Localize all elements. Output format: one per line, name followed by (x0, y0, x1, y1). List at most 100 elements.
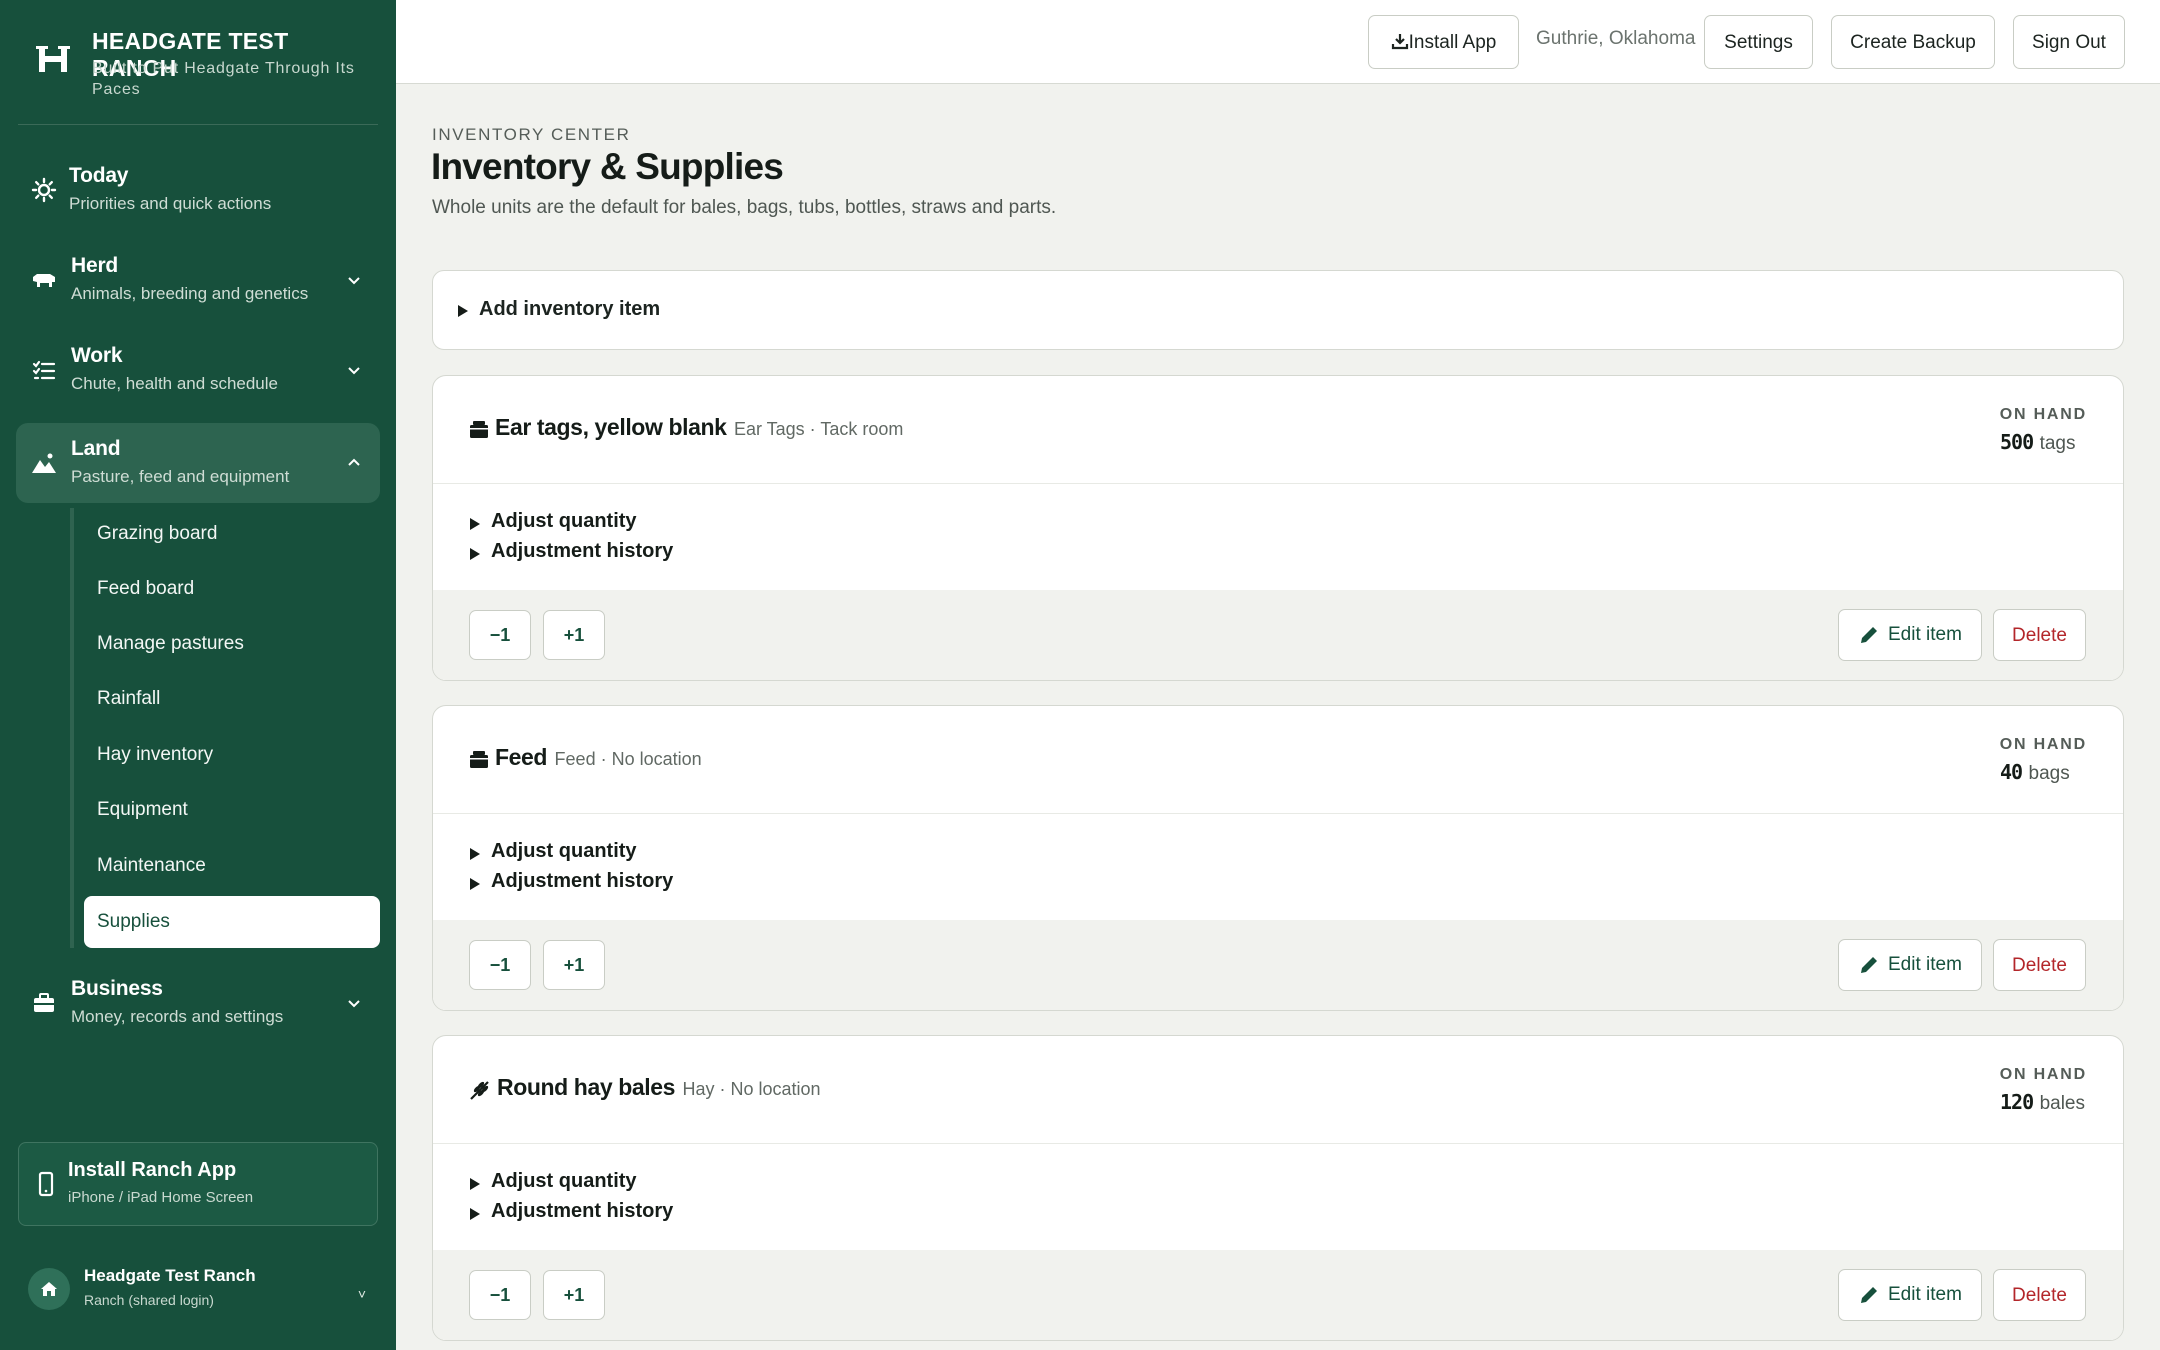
nav-title: Work (71, 344, 123, 367)
divider (18, 124, 378, 125)
pencil-icon (1861, 957, 1877, 973)
nav-business[interactable]: Business Money, records and settings (16, 963, 380, 1043)
delete-button[interactable]: Delete (1993, 939, 2086, 991)
edit-item-label: Edit item (1888, 954, 1962, 975)
subnav-rainfall[interactable]: Rainfall (84, 673, 380, 725)
edit-item-label: Edit item (1888, 1284, 1962, 1305)
decrement-button[interactable]: −1 (469, 610, 531, 660)
card-actions: −1 +1 Edit item Delete (433, 590, 2123, 680)
item-name: Ear tags, yellow blank (495, 414, 727, 440)
subnav-rail (70, 508, 74, 948)
nav-today[interactable]: Today Priorities and quick actions (16, 150, 380, 230)
brand-subtitle: Built to Put Headgate Through Its Paces (92, 60, 355, 98)
add-inventory-item-toggle[interactable]: Add inventory item (432, 270, 2124, 350)
adjust-quantity-label: Adjust quantity (491, 840, 637, 862)
nav-subtitle: Priorities and quick actions (69, 194, 272, 213)
pencil-icon (1861, 627, 1877, 643)
create-backup-button[interactable]: Create Backup (1831, 15, 1995, 69)
subnav-hay-inventory[interactable]: Hay inventory (84, 729, 380, 781)
sign-out-button[interactable]: Sign Out (2013, 15, 2125, 69)
top-bar: Install App Guthrie, Oklahoma Settings C… (396, 0, 2160, 84)
brand[interactable]: HEADGATE TEST RANCH Built to Put Headgat… (32, 24, 372, 100)
decrement-button[interactable]: −1 (469, 940, 531, 990)
edit-item-button[interactable]: Edit item (1838, 939, 1982, 991)
nav-subtitle: Money, records and settings (71, 1007, 284, 1026)
install-card-subtitle: iPhone / iPad Home Screen (68, 1189, 254, 1206)
item-meta: Hay · No location (682, 1079, 821, 1099)
decrement-button[interactable]: −1 (469, 1270, 531, 1320)
inventory-item-card: Ear tags, yellow blank Ear Tags · Tack r… (432, 375, 2124, 681)
adjustment-history-label: Adjustment history (491, 1200, 674, 1222)
chevron-up-icon (348, 458, 360, 466)
nav-work[interactable]: Work Chute, health and schedule (16, 330, 380, 410)
on-hand-value: 120 bales (2000, 1090, 2085, 1115)
phone-icon (38, 1171, 54, 1197)
item-name: Feed (495, 744, 548, 770)
on-hand-value: 40 bags (2000, 760, 2070, 785)
nav-title: Land (71, 437, 121, 460)
adjustment-history-label: Adjustment history (491, 870, 674, 892)
subnav-feed-board[interactable]: Feed board (84, 563, 380, 615)
item-meta: Ear Tags · Tack room (733, 419, 904, 439)
sidebar: HEADGATE TEST RANCH Built to Put Headgat… (0, 0, 396, 1350)
on-hand-label: ON HAND (1999, 406, 2087, 423)
install-ranch-app-card[interactable]: Install Ranch App iPhone / iPad Home Scr… (18, 1142, 378, 1226)
headgate-logo-icon (36, 46, 70, 72)
box-icon (470, 751, 488, 768)
subnav-supplies[interactable]: Supplies (84, 896, 380, 948)
edit-item-button[interactable]: Edit item (1838, 609, 1982, 661)
subnav-equipment[interactable]: Equipment (84, 784, 380, 836)
inventory-item-card: Round hay bales Hay · No location ON HAN… (432, 1035, 2124, 1341)
disclosure-triangle-icon (470, 878, 480, 890)
nav-title: Herd (71, 254, 119, 277)
subnav-manage-pastures[interactable]: Manage pastures (84, 618, 380, 670)
on-hand-unit: tags (2039, 433, 2076, 454)
disclosure-triangle-icon (470, 848, 480, 860)
checklist-icon (32, 360, 56, 380)
ranch-location: Guthrie, Oklahoma (1536, 28, 1696, 49)
disclosure-triangle-icon (470, 548, 480, 560)
subnav-grazing-board[interactable]: Grazing board (84, 508, 380, 560)
item-meta: Feed · No location (554, 749, 702, 769)
increment-button[interactable]: +1 (543, 610, 605, 660)
on-hand-qty: 500 (2000, 430, 2034, 454)
account-switcher[interactable]: Headgate Test Ranch Ranch (shared login)… (28, 1262, 378, 1322)
install-app-label: Install App (1408, 31, 1497, 53)
nav-title: Today (69, 164, 129, 187)
on-hand-unit: bags (2028, 763, 2070, 784)
edit-item-button[interactable]: Edit item (1838, 1269, 1982, 1321)
page-title: Inventory & Supplies (431, 146, 784, 187)
add-inventory-label: Add inventory item (479, 298, 661, 320)
adjustment-history-label: Adjustment history (491, 540, 674, 562)
avatar (28, 1268, 70, 1310)
delete-button[interactable]: Delete (1993, 609, 2086, 661)
nav-land[interactable]: Land Pasture, feed and equipment (16, 423, 380, 503)
install-app-button[interactable]: Install App (1368, 15, 1519, 69)
settings-button[interactable]: Settings (1704, 15, 1813, 69)
card-actions: −1 +1 Edit item Delete (433, 920, 2123, 1010)
inventory-item-card: Feed Feed · No location ON HAND 40 bags … (432, 705, 2124, 1011)
mountain-icon (32, 453, 56, 473)
install-card-title: Install Ranch App (68, 1159, 237, 1181)
nav-title: Business (71, 977, 163, 1000)
subnav-maintenance[interactable]: Maintenance (84, 840, 380, 892)
increment-button[interactable]: +1 (543, 1270, 605, 1320)
adjust-quantity-label: Adjust quantity (491, 510, 637, 532)
download-icon (1391, 33, 1408, 49)
account-role: Ranch (shared login) (84, 1292, 214, 1308)
on-hand-label: ON HAND (1999, 1066, 2087, 1083)
chevron-down-icon (348, 1000, 360, 1008)
adjust-quantity-label: Adjust quantity (491, 1170, 637, 1192)
nav-herd[interactable]: Herd Animals, breeding and genetics (16, 240, 380, 320)
delete-button[interactable]: Delete (1993, 1269, 2086, 1321)
on-hand-qty: 40 (2000, 760, 2023, 784)
wheat-icon (470, 1081, 489, 1100)
on-hand-qty: 120 (2000, 1090, 2034, 1114)
card-header: Round hay bales Hay · No location ON HAN… (433, 1036, 2123, 1144)
disclosure-triangle-icon (470, 1178, 480, 1190)
page-subtitle: Whole units are the default for bales, b… (432, 197, 1057, 218)
sun-icon (31, 177, 57, 203)
increment-button[interactable]: +1 (543, 940, 605, 990)
nav-subtitle: Animals, breeding and genetics (71, 284, 309, 303)
disclosure-triangle-icon (470, 1208, 480, 1220)
